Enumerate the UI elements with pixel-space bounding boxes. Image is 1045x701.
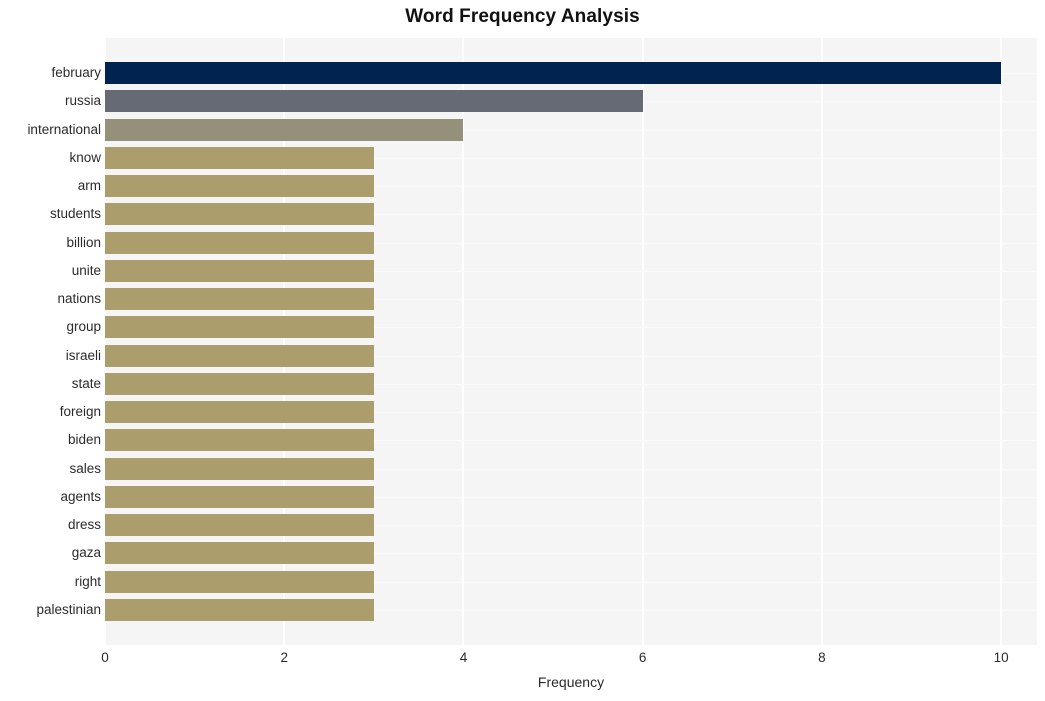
y-tick-label: agents (60, 488, 101, 504)
bar (105, 146, 374, 169)
bar (105, 372, 374, 395)
bar (105, 175, 374, 197)
y-tick-label: arm (77, 178, 101, 193)
bar (105, 542, 374, 565)
y-tick-label: nations (57, 291, 101, 306)
y-tick-label: gaza (71, 545, 101, 561)
bar (105, 598, 374, 621)
y-tick-label: february (51, 65, 101, 80)
y-tick-label: israeli (65, 347, 101, 363)
x-axis-tick-labels: 0 2 4 6 8 10 (0, 650, 1045, 672)
y-axis-tick-labels: february russia international know arm studen… (0, 38, 101, 645)
bar (105, 316, 374, 339)
chart-title: Word Frequency Analysis (405, 6, 640, 27)
bar (105, 259, 374, 282)
y-tick-label: right (74, 573, 101, 589)
x-tick-label: 4 (459, 650, 468, 665)
y-tick-label: students (49, 206, 101, 222)
bar (105, 344, 374, 367)
x-tick-label: 10 (993, 650, 1009, 665)
y-tick-label: palestinian (36, 601, 101, 617)
y-tick-label: biden (67, 432, 101, 448)
y-tick-label: foreign (59, 404, 101, 419)
chart-figure: Word Frequency Analysis february russia in… (0, 0, 1045, 701)
y-tick-label: sales (69, 460, 101, 476)
bar (105, 288, 374, 310)
y-tick-label: know (69, 149, 101, 165)
y-tick-label: group (66, 319, 101, 335)
bar (105, 90, 643, 113)
bar (105, 485, 374, 508)
y-tick-label: dress (67, 517, 101, 532)
bar (105, 62, 1002, 84)
y-tick-label: billion (66, 234, 101, 250)
bar (105, 514, 374, 536)
bar (105, 231, 374, 254)
bar (105, 570, 374, 593)
bar (105, 118, 464, 141)
bar (105, 401, 374, 423)
plot-area (105, 38, 1037, 645)
y-tick-label: state (71, 375, 101, 391)
x-tick-label: 6 (638, 650, 647, 665)
y-tick-label: russia (64, 93, 101, 109)
x-axis-label: Frequency (537, 674, 605, 690)
x-tick-label: 8 (818, 650, 826, 665)
bar (105, 429, 374, 452)
y-tick-label: international (27, 121, 101, 137)
y-tick-label: unite (71, 262, 101, 278)
x-tick-label: 2 (280, 650, 288, 665)
bar (105, 457, 374, 480)
bar (105, 203, 374, 226)
x-tick-label: 0 (101, 650, 109, 665)
